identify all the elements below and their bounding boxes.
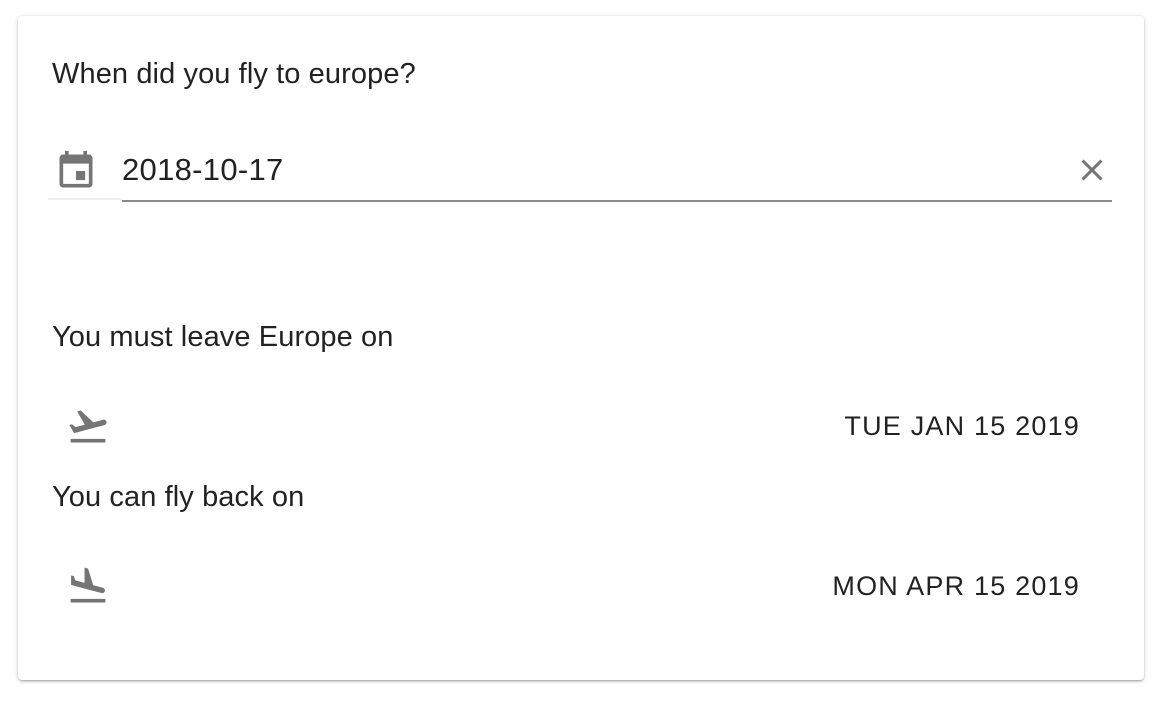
- clear-button[interactable]: [1072, 150, 1112, 190]
- leave-label: You must leave Europe on: [52, 321, 394, 353]
- flight-takeoff-icon: [69, 410, 107, 443]
- fly-back-label: You can fly back on: [52, 481, 305, 513]
- close-icon: [1081, 159, 1103, 181]
- calendar-icon: [59, 150, 93, 188]
- fly-back-date-row: MON APR 15 2019: [52, 556, 1080, 616]
- date-input[interactable]: [122, 144, 1042, 196]
- leave-date: TUE JAN 15 2019: [844, 411, 1080, 441]
- date-field: [122, 144, 1112, 202]
- question-label: When did you fly to europe?: [52, 58, 416, 90]
- europe-stay-card: When did you fly to europe? You must lea…: [18, 16, 1144, 680]
- calendar-button[interactable]: [48, 142, 122, 200]
- fly-back-date: MON APR 15 2019: [832, 571, 1080, 601]
- leave-date-row: TUE JAN 15 2019: [52, 396, 1080, 456]
- flight-land-icon: [70, 567, 106, 603]
